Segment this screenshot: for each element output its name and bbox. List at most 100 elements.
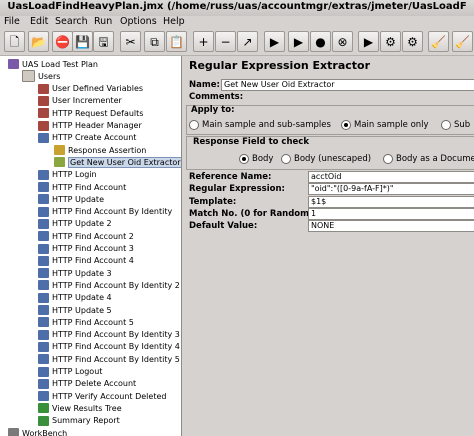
smp-node-icon (38, 218, 49, 229)
tree-node-selected[interactable]: Get New User Oid Extractor (54, 156, 181, 168)
lst-node-icon (38, 403, 49, 414)
start-no-pause-icon[interactable]: ▶ (288, 31, 309, 52)
remote-shutdown-icon[interactable]: ⚙ (402, 31, 423, 52)
remote-start-icon[interactable]: ▶ (358, 31, 379, 52)
tree-node[interactable]: HTTP Update (38, 193, 104, 205)
open-icon[interactable]: 📂 (28, 31, 49, 52)
apply-sub-radio[interactable]: Sub (441, 120, 470, 130)
tree-node[interactable]: HTTP Delete Account (38, 378, 136, 390)
stop-icon[interactable]: ⛔ (52, 31, 73, 52)
tree-node[interactable]: HTTP Find Account 2 (38, 230, 134, 242)
clear-all-icon[interactable]: 🧹 (452, 31, 473, 52)
smp-node-icon (38, 255, 49, 266)
tree-node-label: HTTP Delete Account (52, 379, 137, 389)
tree-node[interactable]: HTTP Find Account (38, 181, 126, 193)
tree-node[interactable]: HTTP Find Account By Identity (38, 206, 172, 218)
radio-dot (281, 154, 291, 164)
apply-main-only-radio[interactable]: Main sample only (341, 120, 429, 130)
tree-node-label: HTTP Request Defaults (52, 108, 144, 118)
menu-edit[interactable]: Edit (30, 16, 48, 27)
tree-node-label: UAS Load Test Plan (22, 59, 98, 69)
tree-node[interactable]: HTTP Update 2 (38, 218, 112, 230)
reference-name-field[interactable]: acctOid (308, 171, 474, 183)
default-value-label: Default Value: (189, 221, 258, 231)
template-field[interactable]: $1$ (308, 196, 474, 208)
tree-node-label: HTTP Create Account (52, 133, 137, 143)
match-no-field[interactable]: 1 (308, 208, 474, 220)
new-icon[interactable]: 🗋 (4, 31, 25, 52)
smp-node-icon (38, 231, 49, 242)
apply-to-group: Apply to: Main sample and sub-samples Ma… (186, 105, 474, 135)
tree-node[interactable]: User Defined Variables (38, 83, 143, 95)
shutdown-icon[interactable]: ⊗ (332, 31, 353, 52)
menu-file[interactable]: File (4, 16, 20, 27)
menu-search[interactable]: Search (55, 16, 88, 27)
save-icon[interactable]: 💾 (72, 31, 93, 52)
tree-node[interactable]: HTTP Update 5 (38, 304, 112, 316)
radio-dot (441, 120, 451, 130)
field-body-radio[interactable]: Body (239, 154, 273, 164)
default-value-field[interactable]: NONE (308, 220, 474, 232)
tree-node[interactable]: HTTP Find Account By Identity 2 (38, 279, 180, 291)
tree-node[interactable]: HTTP Verify Account Deleted (38, 390, 166, 402)
expand-icon[interactable]: + (193, 31, 214, 52)
tree-node[interactable]: HTTP Update 4 (38, 292, 112, 304)
tree-node[interactable]: HTTP Find Account 3 (38, 243, 134, 255)
stop-test-icon[interactable]: ● (310, 31, 331, 52)
radio-label: Body (252, 154, 274, 164)
field-body-document-radio[interactable]: Body as a Docume (383, 154, 474, 164)
save-as-icon[interactable]: 🖫 (93, 31, 114, 52)
cut-icon[interactable]: ✂ (120, 31, 141, 52)
menu-help[interactable]: Help (163, 16, 185, 27)
toggle-icon[interactable]: ↗ (237, 31, 258, 52)
clear-icon[interactable]: 🧹 (428, 31, 449, 52)
radio-dot (189, 120, 199, 130)
smp-node-icon (38, 317, 49, 328)
tree-node-label: HTTP Find Account By Identity 4 (52, 342, 180, 352)
tree-node[interactable]: User Incrementer (38, 95, 122, 107)
tree-node[interactable]: HTTP Create Account (38, 132, 136, 144)
post-node-icon (54, 157, 65, 168)
apply-main-and-sub-radio[interactable]: Main sample and sub-samples (189, 120, 331, 130)
start-icon[interactable]: ▶ (264, 31, 285, 52)
tree-node[interactable]: View Results Tree (38, 402, 122, 414)
radio-label: Main sample and sub-samples (202, 120, 331, 130)
tree-node[interactable]: HTTP Find Account By Identity 5 (38, 353, 180, 365)
tree-node[interactable]: HTTP Find Account By Identity 4 (38, 341, 180, 353)
tree-node[interactable]: HTTP Update 3 (38, 267, 112, 279)
regex-field[interactable]: "oid":"([0-9a-fA-F]*)" (308, 183, 474, 195)
test-plan-tree[interactable]: UAS Load Test Plan Users User Defined Vari… (0, 56, 182, 436)
tree-node-label: HTTP Find Account By Identity (52, 207, 173, 217)
menu-options[interactable]: Options (120, 16, 157, 27)
paste-icon[interactable]: 📋 (166, 31, 187, 52)
tree-node[interactable]: HTTP Header Manager (38, 120, 142, 132)
copy-icon[interactable]: ⧉ (144, 31, 165, 52)
tree-node-label: HTTP Update 3 (52, 268, 112, 278)
tree-node-label: HTTP Update 4 (52, 293, 112, 303)
tree-node[interactable]: HTTP Logout (38, 366, 102, 378)
tree-node[interactable]: Summary Report (38, 415, 120, 427)
tree-node[interactable]: UAS Load Test Plan (8, 58, 98, 70)
tree-node[interactable]: HTTP Find Account 5 (38, 316, 134, 328)
tree-node[interactable]: HTTP Login (38, 169, 97, 181)
name-field[interactable]: Get New User Oid Extractor (221, 79, 474, 91)
tree-node-label: HTTP Find Account By Identity 2 (52, 280, 180, 290)
collapse-icon[interactable]: − (215, 31, 236, 52)
field-body-unescaped-radio[interactable]: Body (unescaped) (281, 154, 371, 164)
menu-run[interactable]: Run (94, 16, 112, 27)
tree-node[interactable]: HTTP Request Defaults (38, 107, 143, 119)
tree-node[interactable]: HTTP Find Account 4 (38, 255, 134, 267)
window-title: UasLoadFindHeavyPlan.jmx (/home/russ/uas… (7, 1, 467, 12)
tree-node[interactable]: Response Assertion (54, 144, 146, 156)
tree-node[interactable]: Users (22, 70, 60, 83)
tree-node-label: HTTP Find Account (52, 182, 127, 192)
tree-node-label: User Defined Variables (52, 84, 144, 94)
remote-stop-icon[interactable]: ⚙ (380, 31, 401, 52)
apply-to-label: Apply to: (191, 105, 235, 115)
panel-title: Regular Expression Extractor (189, 59, 371, 72)
tree-node[interactable]: WorkBench (8, 427, 67, 436)
smp-node-icon (38, 169, 49, 180)
tree-node[interactable]: HTTP Find Account By Identity 3 (38, 329, 180, 341)
tree-node-label: HTTP Find Account By Identity 5 (52, 354, 180, 364)
radio-dot-selected (239, 154, 249, 164)
